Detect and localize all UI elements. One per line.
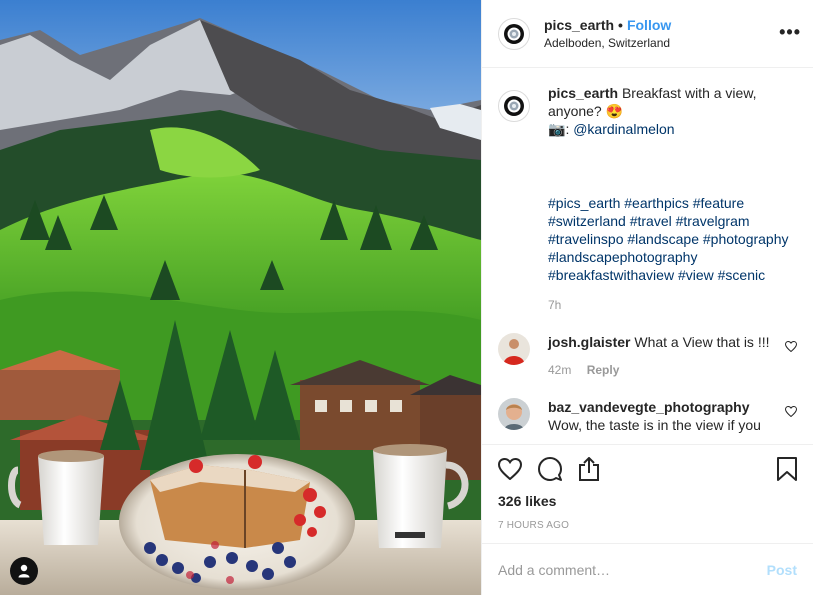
user-tag-icon: [18, 564, 30, 578]
comment-body: baz_vandevegte_photography Wow, the tast…: [548, 398, 788, 434]
comment-time[interactable]: 42m: [548, 363, 571, 377]
reply-button[interactable]: Reply: [587, 363, 620, 377]
caption-avatar[interactable]: [498, 90, 530, 122]
post-timestamp[interactable]: 7 HOURS AGO: [498, 520, 797, 531]
credit-prefix: :: [565, 121, 570, 137]
user-tag-button[interactable]: [10, 557, 38, 585]
comment-text: What a View that is !!!: [634, 334, 770, 350]
caption: pics_earth Breakfast with a view, anyone…: [498, 84, 797, 314]
hashtags[interactable]: #pics_earth #earthpics #feature #switzer…: [548, 194, 797, 284]
comment-text: Wow, the taste is in the view if you: [548, 417, 761, 433]
author-username[interactable]: pics_earth: [544, 16, 614, 34]
breakfast-mountain-photo: [0, 0, 481, 595]
caption-body: pics_earth Breakfast with a view, anyone…: [548, 84, 797, 314]
bookmark-icon: [777, 457, 797, 481]
comment-button[interactable]: [538, 457, 562, 481]
pics-earth-logo-icon: [504, 96, 524, 116]
camera-emoji: 📷: [548, 121, 566, 137]
post-header: pics_earth • Follow Adelboden, Switzerla…: [482, 0, 813, 68]
caption-time[interactable]: 7h: [548, 296, 797, 314]
more-options-icon[interactable]: •••: [779, 22, 801, 43]
small-heart-icon[interactable]: [785, 406, 797, 417]
separator-dot: •: [618, 16, 623, 33]
share-button[interactable]: [578, 457, 600, 481]
location-link[interactable]: Adelboden, Switzerland: [544, 34, 671, 52]
josh-avatar-image: [498, 333, 530, 365]
commenter-avatar[interactable]: [498, 398, 530, 430]
save-button[interactable]: [777, 457, 797, 481]
comment-username[interactable]: josh.glaister: [548, 334, 630, 350]
follow-button[interactable]: Follow: [627, 16, 671, 34]
post-details-panel: pics_earth • Follow Adelboden, Switzerla…: [481, 0, 813, 595]
add-comment-bar: Post: [482, 543, 813, 595]
caption-username[interactable]: pics_earth: [548, 85, 618, 101]
baz-avatar-image: [498, 398, 530, 430]
post-photo[interactable]: [0, 0, 481, 595]
like-button[interactable]: [498, 458, 522, 480]
action-icons: [498, 445, 797, 485]
comment-input[interactable]: [498, 561, 767, 578]
likes-count[interactable]: 326 likes: [498, 493, 797, 509]
pics-earth-logo-icon: [504, 23, 524, 44]
comment-item: baz_vandevegte_photography Wow, the tast…: [498, 398, 797, 434]
comment-item: josh.glaister What a View that is !!! 42…: [498, 333, 797, 379]
comment-username[interactable]: baz_vandevegte_photography: [548, 399, 750, 415]
commenter-avatar[interactable]: [498, 333, 530, 365]
comment-body: josh.glaister What a View that is !!! 42…: [548, 333, 788, 379]
comment-meta: 42m Reply: [548, 361, 788, 379]
heart-eyes-emoji: 😍: [605, 103, 624, 119]
instagram-post: pics_earth • Follow Adelboden, Switzerla…: [0, 0, 813, 595]
comments-section: pics_earth Breakfast with a view, anyone…: [482, 68, 813, 444]
share-icon: [579, 457, 599, 481]
post-actions: 326 likes 7 HOURS AGO: [482, 444, 813, 543]
credit-handle-link[interactable]: @kardinalmelon: [573, 121, 674, 137]
author-avatar[interactable]: [498, 17, 530, 50]
comment-icon: [538, 457, 562, 481]
small-heart-icon[interactable]: [785, 341, 797, 352]
post-comment-button[interactable]: Post: [767, 562, 797, 578]
heart-icon: [498, 458, 522, 480]
